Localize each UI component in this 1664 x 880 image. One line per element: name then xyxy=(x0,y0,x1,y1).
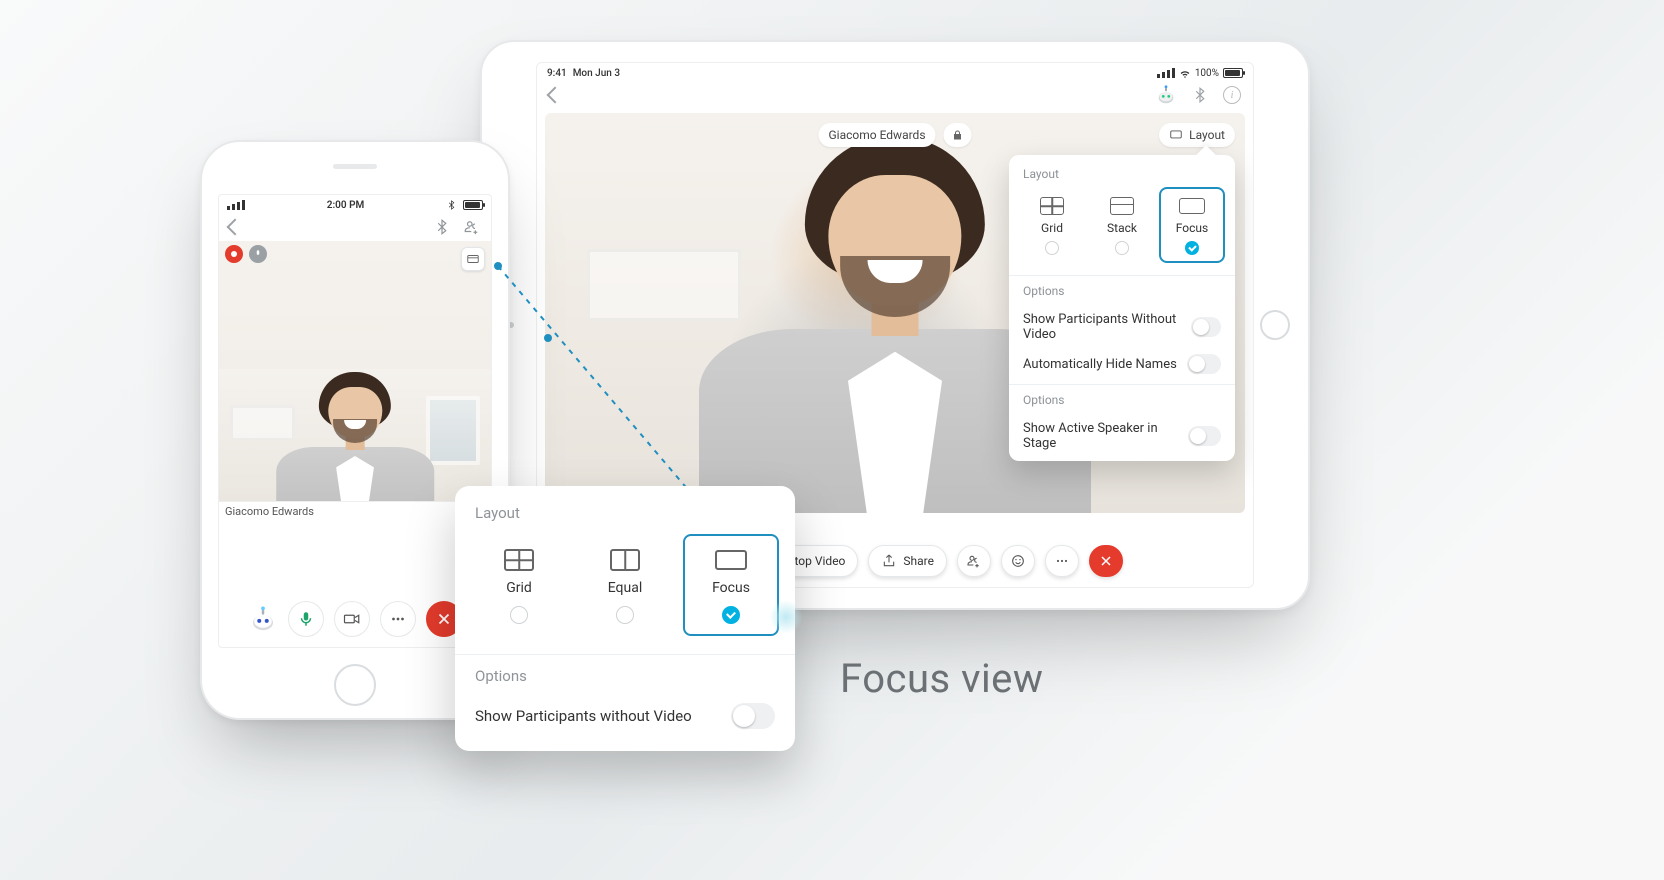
popover-title: Layout xyxy=(455,504,795,536)
radio-unchecked[interactable] xyxy=(1045,241,1059,255)
layout-option-equal[interactable]: Equal xyxy=(579,536,671,634)
bluetooth-icon xyxy=(1191,86,1209,104)
status-date: Mon Jun 3 xyxy=(573,68,620,79)
layout-button[interactable]: Layout xyxy=(1159,123,1235,147)
phone-video-area: Giacomo Edwards xyxy=(219,241,491,521)
radio-checked[interactable] xyxy=(722,606,740,624)
radio-unchecked[interactable] xyxy=(1115,241,1129,255)
signal-icon xyxy=(227,200,245,210)
options-title: Options xyxy=(455,667,795,699)
option-show-participants-no-video: Show Participants without Video xyxy=(455,699,795,733)
back-button[interactable] xyxy=(227,219,244,236)
close-icon xyxy=(435,610,453,628)
mute-indicator-icon xyxy=(249,245,267,263)
signal-icon xyxy=(1157,68,1175,78)
back-button[interactable] xyxy=(547,87,564,104)
layout-icon xyxy=(1169,128,1183,142)
assistant-icon[interactable] xyxy=(248,604,278,634)
share-icon xyxy=(881,553,897,569)
phone-controls xyxy=(219,601,491,637)
focus-icon xyxy=(1179,198,1205,214)
figure-caption: Focus view xyxy=(840,655,1043,702)
option-auto-hide-names: Automatically Hide Names xyxy=(1009,348,1235,380)
assistant-icon[interactable] xyxy=(1155,84,1177,106)
status-time: 9:41 xyxy=(547,68,567,79)
tablet-nav-bar: i xyxy=(537,81,1253,109)
tablet-video-stage: Giacomo Edwards Layout Layout Grid xyxy=(545,113,1245,513)
video-icon xyxy=(343,610,361,628)
video-button[interactable] xyxy=(334,601,370,637)
touch-ripple xyxy=(769,600,803,634)
toggle[interactable] xyxy=(1187,354,1221,374)
options-title-a: Options xyxy=(1009,284,1235,306)
stack-icon xyxy=(1110,197,1134,215)
toggle[interactable] xyxy=(731,703,775,729)
layout-button-label: Layout xyxy=(1189,128,1225,142)
wifi-icon xyxy=(1179,67,1191,79)
phone-screen: 2:00 PM xyxy=(218,194,492,648)
layout-option-focus[interactable]: Focus xyxy=(1161,189,1223,261)
options-title-b: Options xyxy=(1009,393,1235,415)
radio-unchecked[interactable] xyxy=(616,606,634,624)
grid-icon xyxy=(1040,197,1064,215)
more-icon xyxy=(1054,553,1070,569)
phone-status-bar: 2:00 PM xyxy=(219,195,491,213)
option-show-participants-no-video: Show Participants Without Video xyxy=(1009,306,1235,348)
toggle[interactable] xyxy=(1191,317,1221,337)
lock-icon[interactable] xyxy=(944,123,972,147)
share-button[interactable]: Share xyxy=(868,545,947,577)
grid-icon xyxy=(504,549,534,571)
record-icon xyxy=(225,245,243,263)
battery-icon xyxy=(1223,68,1243,78)
bluetooth-icon[interactable] xyxy=(433,218,451,236)
participant-name-label: Giacomo Edwards xyxy=(219,501,491,521)
tablet-top-pills: Giacomo Edwards xyxy=(818,123,971,147)
battery-icon xyxy=(463,200,483,210)
tablet-home-button[interactable] xyxy=(1260,310,1290,340)
layout-option-grid[interactable]: Grid xyxy=(1021,189,1083,261)
end-call-button[interactable] xyxy=(1089,545,1123,577)
reactions-button[interactable] xyxy=(1001,545,1035,577)
participant-tile xyxy=(219,369,491,519)
more-button[interactable] xyxy=(380,601,416,637)
info-icon[interactable]: i xyxy=(1223,86,1241,104)
layout-option-grid[interactable]: Grid xyxy=(473,536,565,634)
phone-nav-bar xyxy=(219,213,491,241)
more-button[interactable] xyxy=(1045,545,1079,577)
bluetooth-icon xyxy=(446,198,457,212)
option-active-speaker-stage: Show Active Speaker in Stage xyxy=(1009,415,1235,457)
phone-layout-popover: Layout Grid Equal Focus Options Show Par… xyxy=(455,486,795,751)
participants-button[interactable] xyxy=(957,545,991,577)
tablet-status-bar: 9:41 Mon Jun 3 100% xyxy=(537,63,1253,81)
focus-icon xyxy=(715,550,747,570)
participant-name-pill: Giacomo Edwards xyxy=(818,123,935,147)
mute-button[interactable] xyxy=(288,601,324,637)
close-icon xyxy=(1098,553,1114,569)
equal-icon xyxy=(610,549,640,571)
participants-icon[interactable] xyxy=(463,218,481,236)
participants-icon xyxy=(966,553,982,569)
popover-title: Layout xyxy=(1009,167,1235,189)
layout-option-focus[interactable]: Focus xyxy=(685,536,777,634)
smile-icon xyxy=(1010,553,1026,569)
phone-home-button[interactable] xyxy=(334,664,376,706)
radio-checked[interactable] xyxy=(1185,241,1199,255)
mic-icon xyxy=(297,610,315,628)
toggle[interactable] xyxy=(1188,426,1221,446)
more-icon xyxy=(389,610,407,628)
phone-layout-button[interactable] xyxy=(461,247,485,271)
layout-option-stack[interactable]: Stack xyxy=(1091,189,1153,261)
tablet-layout-popover: Layout Grid Stack Focus xyxy=(1009,155,1235,461)
phone-speaker xyxy=(333,164,377,169)
battery-pct: 100% xyxy=(1195,68,1219,79)
radio-unchecked[interactable] xyxy=(510,606,528,624)
status-time: 2:00 PM xyxy=(327,200,365,211)
layout-icon xyxy=(466,252,480,266)
